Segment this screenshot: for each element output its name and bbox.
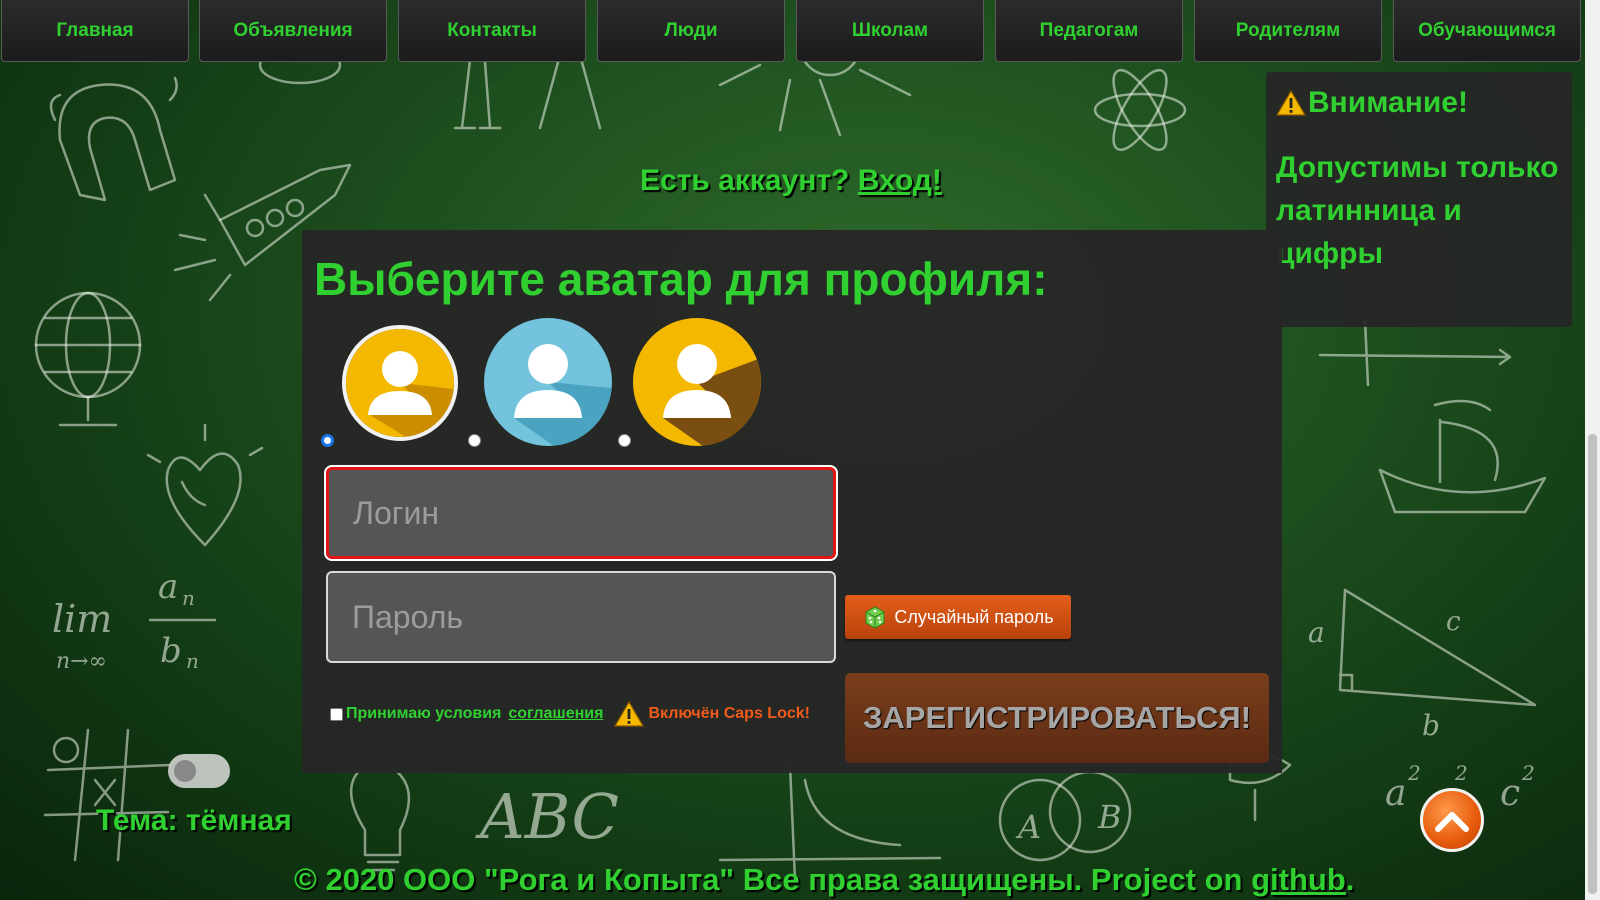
svg-text:2: 2 — [1521, 761, 1535, 785]
svg-text:c: c — [1446, 607, 1461, 637]
warning-message: Допустимы только латинница и цифры — [1276, 151, 1559, 270]
random-password-label: Случайный пароль — [894, 606, 1054, 627]
scrollbar-thumb[interactable] — [1588, 434, 1597, 894]
password-input[interactable]: Пароль — [326, 571, 836, 663]
theme-toggle-knob — [174, 760, 196, 782]
scroll-to-top-button[interactable] — [1420, 788, 1484, 852]
svg-text:ABC: ABC — [475, 780, 619, 853]
random-password-button[interactable]: Случайный пароль — [845, 595, 1071, 639]
nav-contacts[interactable]: Контакты — [398, 0, 586, 62]
avatar-radio-1[interactable] — [321, 434, 334, 447]
login-input[interactable]: Логин — [326, 467, 836, 559]
warning-icon — [1276, 89, 1306, 116]
warning-panel: Внимание! Допустимы только латинница и ц… — [1266, 72, 1572, 327]
registration-panel: Выберите аватар для профиля: Логин Парол… — [302, 230, 1282, 773]
terms-link[interactable]: соглашения — [508, 705, 603, 723]
nav-schools[interactable]: Школам — [796, 0, 984, 62]
warning-heading: Внимание! — [1276, 86, 1562, 120]
svg-text:n: n — [182, 586, 195, 610]
avatar-radio-2[interactable] — [468, 434, 481, 447]
footer-text: © 2020 ООО "Рога и Копыта" Все права защ… — [294, 862, 1252, 897]
svg-text:a: a — [1385, 773, 1406, 814]
svg-text:B: B — [1097, 798, 1122, 836]
svg-text:A: A — [1015, 808, 1041, 846]
svg-text:b: b — [1422, 709, 1440, 742]
footer: © 2020 ООО "Рога и Копыта" Все права защ… — [294, 862, 1354, 898]
svg-text:2: 2 — [1454, 761, 1468, 785]
svg-text:2: 2 — [1407, 761, 1421, 785]
chevron-up-icon — [1435, 812, 1469, 832]
github-link[interactable]: github — [1251, 862, 1346, 897]
caps-lock-text: Включён Caps Lock! — [648, 705, 810, 722]
caps-lock-warning: Включён Caps Lock! — [614, 700, 810, 728]
avatar-option-yellow[interactable] — [342, 325, 458, 441]
avatar-choice-title: Выберите аватар для профиля: — [314, 253, 1048, 305]
svg-text:c: c — [1500, 773, 1520, 814]
account-prompt: Есть аккаунт? Вход! — [640, 164, 942, 198]
nav-home[interactable]: Главная — [1, 0, 189, 62]
warning-icon — [614, 700, 645, 727]
terms-row: Принимаю условия соглашения Включён Caps… — [330, 700, 810, 728]
svg-text:b: b — [160, 631, 182, 671]
theme-toggle[interactable] — [168, 754, 230, 788]
warning-title: Внимание! — [1308, 86, 1468, 119]
svg-text:a: a — [1308, 616, 1325, 649]
dice-icon — [865, 606, 885, 629]
avatar-yellow-icon — [346, 329, 454, 437]
avatar-radio-3[interactable] — [618, 434, 631, 447]
nav-parents[interactable]: Родителям — [1194, 0, 1382, 62]
nav-teachers[interactable]: Педагогам — [995, 0, 1183, 62]
nav-announcements[interactable]: Объявления — [199, 0, 387, 62]
avatar-gold-icon — [633, 318, 761, 446]
svg-text:a: a — [158, 567, 178, 607]
top-nav: Главная Объявления Контакты Люди Школам … — [0, 0, 1585, 62]
nav-people[interactable]: Люди — [597, 0, 785, 62]
theme-label: Тема: тёмная — [96, 804, 292, 837]
page-scrollbar[interactable] — [1585, 0, 1600, 900]
nav-students[interactable]: Обучающимся — [1393, 0, 1581, 62]
svg-text:lim: lim — [52, 597, 112, 641]
footer-end: . — [1345, 862, 1355, 897]
svg-text:n→∞: n→∞ — [56, 649, 107, 674]
avatar-blue-icon — [484, 318, 612, 446]
svg-text:n: n — [186, 649, 199, 673]
avatar-option-blue[interactable] — [484, 318, 612, 446]
account-prompt-text: Есть аккаунт? — [640, 164, 850, 197]
login-link[interactable]: Вход! — [858, 164, 942, 197]
terms-checkbox[interactable] — [330, 707, 343, 721]
terms-label: Принимаю условия — [346, 705, 502, 722]
register-button[interactable]: ЗАРЕГИСТРИРОВАТЬСЯ! — [845, 673, 1269, 763]
avatar-option-gold[interactable] — [633, 318, 761, 446]
